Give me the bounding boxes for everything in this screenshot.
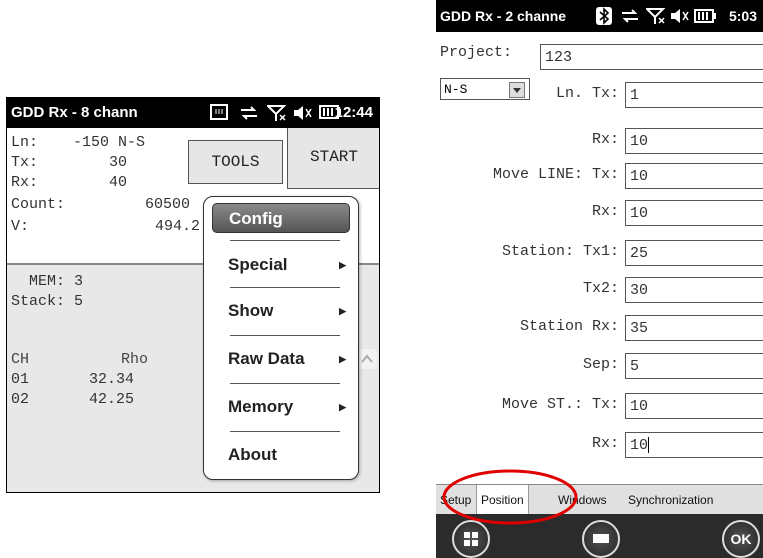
tools-button[interactable]: TOOLS xyxy=(188,140,283,184)
menu-item-config[interactable]: Config xyxy=(212,203,350,233)
direction-value: N-S xyxy=(444,82,468,97)
station-tx1-label: Station: Tx1: xyxy=(501,243,619,260)
table-header-ch: CH xyxy=(11,351,30,368)
tools-popup-menu: Config Special ▶ Show ▶ Raw Data ▶ Memory ▶ … xyxy=(203,196,359,480)
submenu-arrow-icon: ▶ xyxy=(339,402,346,412)
move-st-rx-input[interactable]: 10 xyxy=(625,432,763,458)
ln-tx-input[interactable]: 1 xyxy=(625,82,763,108)
battery-icon xyxy=(694,9,716,23)
app-title: GDD Rx - 2 channe xyxy=(440,8,567,24)
ln-rx-label: Rx: xyxy=(591,131,619,148)
menu-item-label: Config xyxy=(229,209,283,228)
direction-select[interactable]: N-S xyxy=(440,78,530,100)
move-line-tx-label: Move LINE: Tx: xyxy=(492,166,619,183)
data-connection-icon xyxy=(241,106,257,120)
project-label: Project: xyxy=(440,44,513,61)
menu-item-label: About xyxy=(228,445,278,464)
data-connection-icon xyxy=(622,9,638,23)
ok-button[interactable]: OK xyxy=(722,520,760,558)
left-device-screen: GDD Rx - 8 chann 12:44 Ln: -150 N-S Tx: … xyxy=(6,97,380,493)
station-tx2-input[interactable]: 30 xyxy=(625,277,763,303)
status-bar: GDD Rx - 2 channe 5:03 xyxy=(436,0,763,32)
menu-item-label: Memory xyxy=(228,397,294,416)
menu-separator xyxy=(230,240,340,241)
table-row-ch: 01 xyxy=(11,371,30,388)
status-bar: GDD Rx - 8 chann 12:44 xyxy=(7,98,379,128)
rx-value: 40 xyxy=(109,174,128,191)
tab-synchronization[interactable]: Synchronization xyxy=(628,485,713,515)
submenu-arrow-icon: ▶ xyxy=(339,260,346,270)
table-row-rho: 32.34 xyxy=(89,371,135,388)
ln-rx-input[interactable]: 10 xyxy=(625,128,763,154)
move-st-rx-label: Rx: xyxy=(591,435,619,452)
submenu-arrow-icon: ▶ xyxy=(339,306,346,316)
count-label: Count: xyxy=(11,196,66,213)
menu-item-memory[interactable]: Memory ▶ xyxy=(212,389,350,425)
highlight-ring xyxy=(442,469,578,525)
rx-label: Rx: xyxy=(11,174,39,191)
move-line-rx-input[interactable]: 10 xyxy=(625,200,763,226)
ln-value: -150 N-S xyxy=(73,134,146,151)
table-row-ch: 02 xyxy=(11,391,30,408)
field-value: 10 xyxy=(630,437,649,454)
v-value: 494.2 xyxy=(155,218,201,235)
stack-counter: Stack: 5 xyxy=(11,293,84,310)
sep-input[interactable]: 5 xyxy=(625,353,763,379)
station-rx-label: Station Rx: xyxy=(519,318,619,335)
keyboard-button[interactable] xyxy=(582,520,620,558)
tx-value: 30 xyxy=(109,154,128,171)
signal-off-icon xyxy=(267,105,287,121)
menu-separator xyxy=(230,287,340,288)
menu-separator xyxy=(230,383,340,384)
signal-off-icon xyxy=(646,8,666,24)
submenu-arrow-icon: ▶ xyxy=(339,354,346,364)
move-line-rx-label: Rx: xyxy=(591,203,619,220)
clock: 5:03 xyxy=(728,8,757,24)
tx-label: Tx: xyxy=(11,154,39,171)
station-tx2-label: Tx2: xyxy=(582,280,619,297)
app-title: GDD Rx - 8 chann xyxy=(11,104,138,121)
menu-item-special[interactable]: Special ▶ xyxy=(212,247,350,283)
project-input[interactable]: 123 xyxy=(540,44,763,70)
bluetooth-icon xyxy=(596,7,612,25)
volume-off-icon xyxy=(294,106,312,120)
keyboard-icon xyxy=(593,534,609,543)
menu-item-show[interactable]: Show ▶ xyxy=(212,293,350,329)
menu-separator xyxy=(230,335,340,336)
sep-label: Sep: xyxy=(582,356,619,373)
clock: 12:44 xyxy=(334,104,373,121)
mem-counter: MEM: 3 xyxy=(29,273,84,290)
table-header-rho: Rho xyxy=(121,351,149,368)
move-st-tx-label: Move ST.: Tx: xyxy=(501,396,619,413)
station-rx-input[interactable]: 35 xyxy=(625,315,763,341)
menu-item-about[interactable]: About xyxy=(212,437,350,473)
menu-item-label: Special xyxy=(228,255,288,274)
ln-label: Ln: xyxy=(11,134,39,151)
dropdown-arrow-icon xyxy=(509,82,525,98)
move-st-tx-input[interactable]: 10 xyxy=(625,393,763,419)
v-label: V: xyxy=(11,218,30,235)
menu-item-label: Raw Data xyxy=(228,349,305,368)
station-tx1-input[interactable]: 25 xyxy=(625,240,763,266)
count-value: 60500 xyxy=(145,196,191,213)
table-row-rho: 42.25 xyxy=(89,391,135,408)
move-line-tx-input[interactable]: 10 xyxy=(625,163,763,189)
menu-separator xyxy=(230,431,340,432)
volume-off-icon xyxy=(671,9,689,23)
ln-tx-label: Ln. Tx: xyxy=(555,85,619,102)
menu-item-raw-data[interactable]: Raw Data ▶ xyxy=(212,341,350,377)
text-caret xyxy=(648,437,650,454)
scroll-up-button[interactable] xyxy=(357,349,377,369)
menu-item-label: Show xyxy=(228,301,274,320)
start-button[interactable]: START xyxy=(287,128,379,189)
sync-icon xyxy=(210,104,228,120)
chevron-up-icon xyxy=(361,354,373,363)
